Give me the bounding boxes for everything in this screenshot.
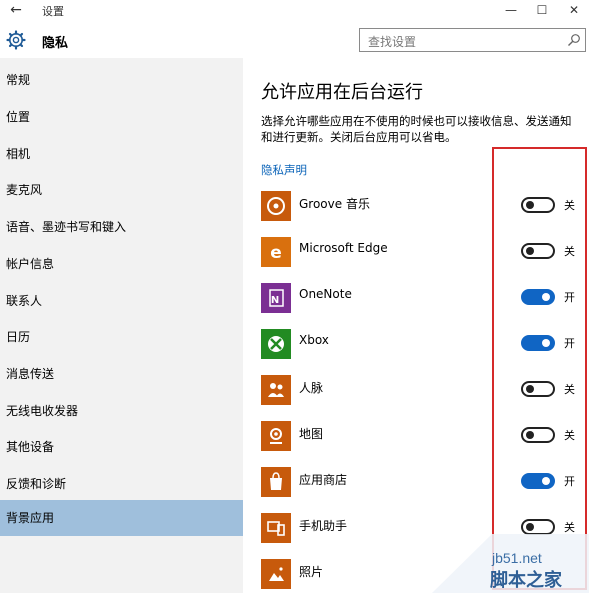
search-icon[interactable] xyxy=(567,33,581,47)
app-name: 地图 xyxy=(299,427,324,441)
xbox-icon xyxy=(261,329,291,359)
section-description: 选择允许哪些应用在不使用的时候也可以接收信息、发送通知和进行更新。关闭后台应用可… xyxy=(261,114,572,144)
people-icon xyxy=(261,375,291,405)
phone-companion-icon xyxy=(261,513,291,543)
window-title: 设置 xyxy=(42,5,64,18)
app-name: 照片 xyxy=(299,565,324,579)
sidebar-item[interactable]: 背景应用 xyxy=(0,500,243,536)
minimize-button[interactable]: — xyxy=(496,0,526,20)
watermark-domain: jb51.net xyxy=(492,550,542,566)
sidebar-item[interactable]: 位置 xyxy=(0,99,243,135)
back-arrow-icon[interactable]: ← xyxy=(6,2,26,18)
privacy-statement-link[interactable]: 隐私声明 xyxy=(261,162,307,178)
highlight-box xyxy=(492,147,587,590)
maps-icon xyxy=(261,421,291,451)
section-title: 允许应用在后台运行 xyxy=(261,82,423,103)
app-name: Microsoft Edge xyxy=(299,241,388,255)
sidebar-item[interactable]: 联系人 xyxy=(0,283,243,319)
svg-text:N: N xyxy=(271,295,279,306)
photos-icon xyxy=(261,559,291,589)
app-name: Groove 音乐 xyxy=(299,197,370,211)
sidebar-item[interactable]: 帐户信息 xyxy=(0,246,243,282)
sidebar-item[interactable]: 反馈和诊断 xyxy=(0,466,243,502)
sidebar: 常规 位置 相机 麦克风 语音、墨迹书写和键入 帐户信息 联系人 日历 消息传送 无线电收发器 其他… xyxy=(0,58,243,593)
close-button[interactable]: ✕ xyxy=(559,0,589,20)
app-name: OneNote xyxy=(299,287,352,301)
maximize-button[interactable]: ☐ xyxy=(527,0,557,20)
onenote-icon: N xyxy=(261,283,291,313)
sidebar-item[interactable]: 日历 xyxy=(0,319,243,355)
title-bar: ← 设置 — ☐ ✕ xyxy=(0,0,589,22)
sidebar-item[interactable]: 相机 xyxy=(0,136,243,172)
page-title: 隐私 xyxy=(42,36,69,51)
gear-icon xyxy=(6,30,26,50)
sidebar-item[interactable]: 无线电收发器 xyxy=(0,393,243,429)
sidebar-item[interactable]: 消息传送 xyxy=(0,356,243,392)
edge-icon: e xyxy=(261,237,291,267)
app-name: 手机助手 xyxy=(299,519,348,533)
search-input[interactable]: 查找设置 xyxy=(359,28,586,52)
sidebar-item[interactable]: 麦克风 xyxy=(0,172,243,208)
app-name: 人脉 xyxy=(299,381,324,395)
watermark: jb51.net 脚本之家 xyxy=(432,534,589,593)
store-icon xyxy=(261,467,291,497)
search-placeholder: 查找设置 xyxy=(368,35,417,49)
watermark-name: 脚本之家 xyxy=(490,570,562,591)
app-name: 应用商店 xyxy=(299,473,348,487)
sidebar-item[interactable]: 其他设备 xyxy=(0,429,243,465)
sidebar-item[interactable]: 常规 xyxy=(0,62,243,98)
page-header: 隐私 查找设置 xyxy=(0,24,589,58)
groove-music-icon xyxy=(261,191,291,221)
app-name: Xbox xyxy=(299,333,329,347)
sidebar-item[interactable]: 语音、墨迹书写和键入 xyxy=(0,209,243,245)
svg-text:e: e xyxy=(270,243,282,263)
